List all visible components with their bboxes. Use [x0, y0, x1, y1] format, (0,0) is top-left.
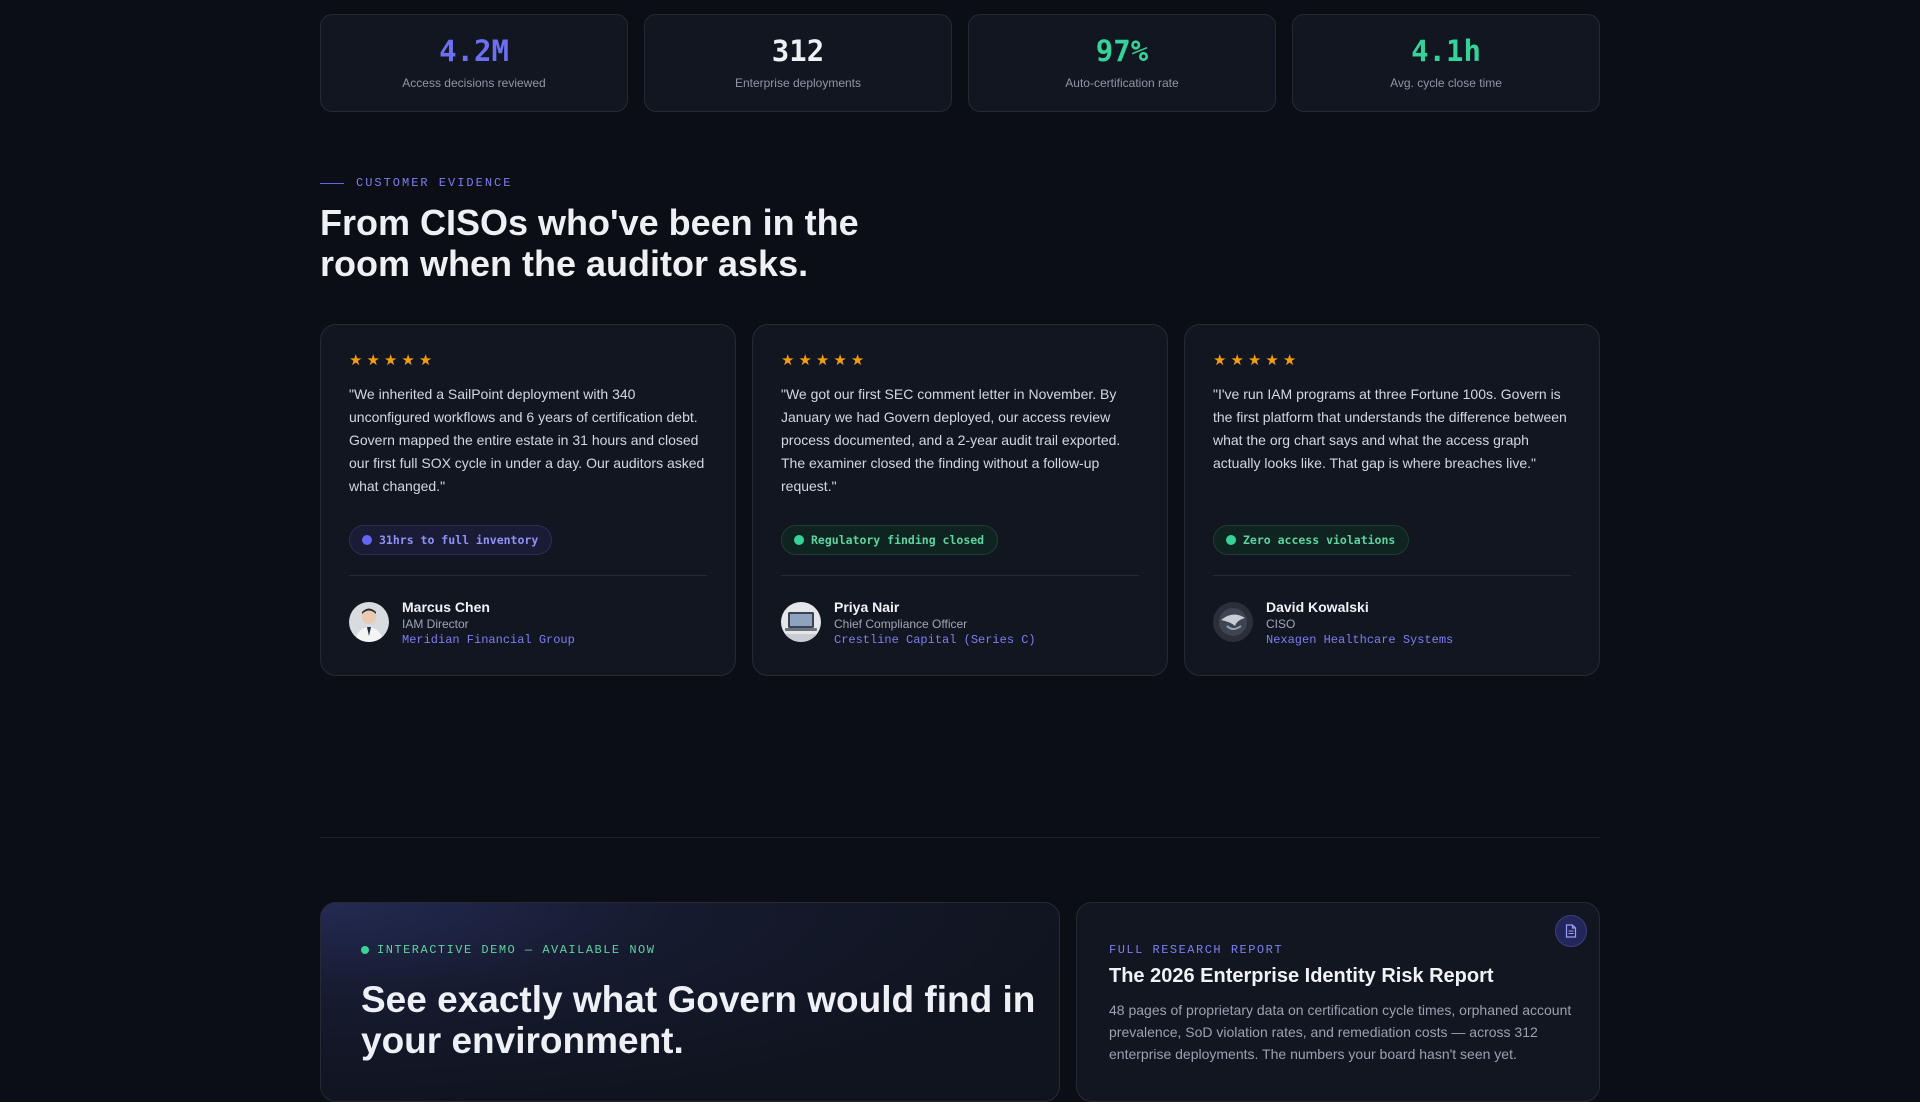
star-icon: ★: [383, 352, 398, 369]
testimonial-author: David Kowalski CISO Nexagen Healthcare S…: [1213, 598, 1453, 648]
stat-card: 312 Enterprise deployments: [644, 14, 952, 112]
author-role: IAM Director: [402, 617, 469, 631]
author-company: Meridian Financial Group: [402, 633, 575, 647]
testimonial-quote: "We inherited a SailPoint deployment wit…: [349, 386, 705, 494]
badge-label: 31hrs to full inventory: [379, 533, 539, 547]
star-rating: ★ ★ ★ ★ ★: [349, 351, 707, 369]
outcome-badge: Zero access violations: [1213, 525, 1410, 555]
report-title: The 2026 Enterprise Identity Risk Report: [1109, 965, 1494, 987]
check-icon: [1226, 535, 1236, 545]
testimonial-author: Priya Nair Chief Compliance Officer Cres…: [781, 598, 1036, 648]
stat-label: Enterprise deployments: [734, 75, 862, 90]
star-icon: ★: [418, 352, 433, 369]
star-icon: ★: [401, 352, 415, 369]
author-name: Marcus Chen: [402, 599, 490, 615]
section-eyebrow: CUSTOMER EVIDENCE: [320, 176, 512, 190]
avatar: [781, 602, 821, 642]
star-icon: ★: [349, 352, 363, 369]
report-panel[interactable]: FULL RESEARCH REPORT The 2026 Enterprise…: [1076, 902, 1600, 1102]
document-icon[interactable]: [1555, 915, 1587, 947]
testimonial-quote: "I've run IAM programs at three Fortune …: [1213, 386, 1567, 471]
author-company: Crestline Capital (Series C): [834, 633, 1036, 647]
stats-row: 4.2M Access decisions reviewed 312 Enter…: [320, 14, 1600, 112]
stat-value: 4.2M: [439, 34, 509, 69]
testimonial-author: Marcus Chen IAM Director Meridian Financ…: [349, 598, 575, 648]
outcome-badge: Regulatory finding closed: [781, 525, 999, 555]
stat-card: 4.1h Avg. cycle close time: [1292, 14, 1600, 112]
star-icon: ★: [1247, 352, 1262, 369]
check-icon: [794, 535, 804, 545]
stat-label: Avg. cycle close time: [1390, 75, 1502, 90]
report-eyebrow: FULL RESEARCH REPORT: [1109, 943, 1284, 957]
testimonial-card: ★ ★ ★ ★ ★ "We got our first SEC comment lett…: [752, 324, 1168, 676]
check-icon: [362, 535, 372, 545]
star-rating: ★ ★ ★ ★ ★: [781, 351, 1139, 369]
star-icon: ★: [850, 352, 865, 369]
star-rating: ★ ★ ★ ★ ★: [1213, 351, 1571, 369]
divider: [1213, 575, 1571, 576]
star-icon: ★: [1230, 352, 1244, 369]
stat-value: 4.1h: [1411, 34, 1481, 69]
star-icon: ★: [1265, 352, 1279, 369]
star-icon: ★: [366, 352, 380, 369]
stat-card: 97% Auto-certification rate: [968, 14, 1276, 112]
stat-label: Access decisions reviewed: [402, 75, 546, 90]
badge-label: Zero access violations: [1243, 533, 1396, 547]
divider: [349, 575, 707, 576]
demo-panel[interactable]: INTERACTIVE DEMO — AVAILABLE NOW See exa…: [320, 902, 1060, 1102]
stat-card: 4.2M Access decisions reviewed: [320, 14, 628, 112]
demo-title: See exactly what Govern would find in yo…: [361, 979, 1036, 1061]
testimonial-card: ★ ★ ★ ★ ★ "We inherited a SailPoint deployme…: [320, 324, 736, 676]
demo-eyebrow-text: INTERACTIVE DEMO — AVAILABLE NOW: [377, 943, 656, 957]
star-icon: ★: [781, 352, 795, 369]
avatar: [1213, 602, 1253, 642]
star-icon: ★: [815, 352, 830, 369]
author-name: David Kowalski: [1266, 599, 1369, 615]
status-dot-icon: [361, 946, 369, 954]
divider: [781, 575, 1139, 576]
testimonial-card: ★ ★ ★ ★ ★ "I've run IAM programs at three Fo…: [1184, 324, 1600, 676]
star-icon: ★: [1213, 352, 1227, 369]
author-role: CISO: [1266, 617, 1296, 631]
author-company: Nexagen Healthcare Systems: [1266, 633, 1454, 647]
section-headline: From CISOs who've been in the room when …: [320, 202, 859, 284]
star-icon: ★: [1282, 352, 1297, 369]
stat-value: 97%: [1095, 34, 1149, 69]
eyebrow-text: CUSTOMER EVIDENCE: [356, 176, 513, 190]
star-icon: ★: [833, 352, 847, 369]
report-description: 48 pages of proprietary data on certific…: [1109, 1002, 1572, 1062]
stat-value: 312: [771, 34, 825, 69]
demo-eyebrow: INTERACTIVE DEMO — AVAILABLE NOW: [361, 943, 655, 957]
testimonial-list: ★ ★ ★ ★ ★ "We inherited a SailPoint deployme…: [320, 324, 1600, 676]
outcome-badge: 31hrs to full inventory: [349, 525, 553, 555]
star-icon: ★: [798, 352, 812, 369]
section-divider: [320, 837, 1600, 838]
badge-label: Regulatory finding closed: [811, 533, 985, 547]
author-name: Priya Nair: [834, 599, 900, 615]
author-role: Chief Compliance Officer: [834, 617, 968, 631]
stat-label: Auto-certification rate: [1065, 75, 1179, 90]
testimonial-quote: "We got our first SEC comment letter in …: [781, 386, 1121, 494]
eyebrow-line: [320, 182, 344, 184]
avatar: [349, 602, 389, 642]
